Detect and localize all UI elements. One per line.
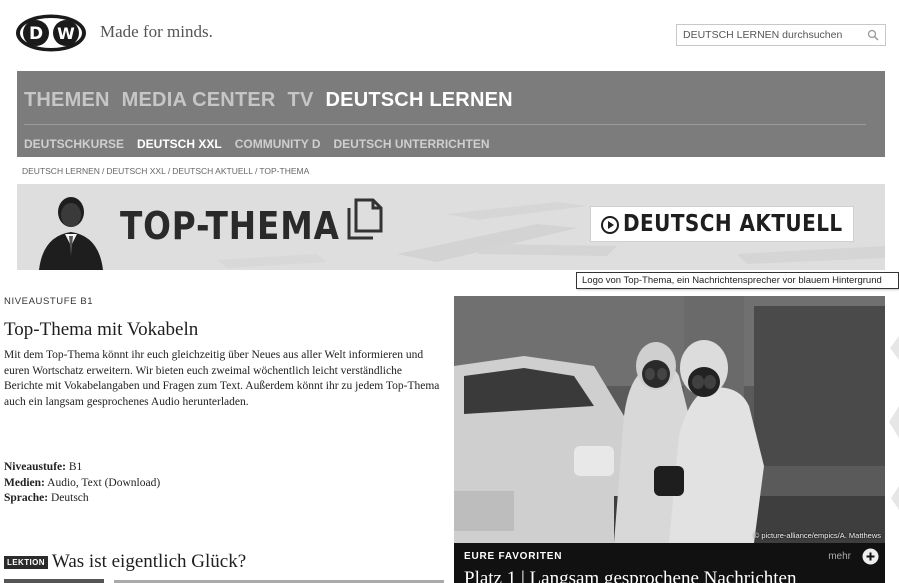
subnav-item-deutsch-unterrichten[interactable]: DEUTSCH UNTERRICHTEN xyxy=(333,137,489,151)
meta-row-media: Medien: Audio, Text (Download) xyxy=(4,476,160,492)
level-label: NIVEAUSTUFE B1 xyxy=(4,296,94,307)
dw-logo[interactable]: D W xyxy=(14,13,88,53)
main-navigation: THEMEN MEDIA CENTER TV DEUTSCH LERNEN DEUTS… xyxy=(17,71,885,157)
search-box[interactable] xyxy=(676,24,886,46)
breadcrumb-item[interactable]: DEUTSCH AKTUELL xyxy=(172,166,253,176)
nav-item-deutsch-lernen[interactable]: DEUTSCH LERNEN xyxy=(326,89,513,112)
favorites-label: EURE FAVORITEN xyxy=(464,551,563,562)
search-icon[interactable] xyxy=(867,29,879,41)
search-input[interactable] xyxy=(677,25,861,45)
meta-key: Sprache: xyxy=(4,492,49,504)
nav-item-tv[interactable]: TV xyxy=(288,89,314,112)
top-thema-banner: TOP-THEMA DEUTSCH AKTUELL xyxy=(17,184,885,270)
lesson-teaser[interactable]: LEKTION Was ist eigentlich Glück? xyxy=(4,551,246,573)
feature-photo[interactable]: © picture-alliance/empics/A. Matthews xyxy=(454,296,885,543)
meta-value: Deutsch xyxy=(50,492,89,504)
primary-nav: THEMEN MEDIA CENTER TV DEUTSCH LERNEN xyxy=(24,89,525,112)
favorites-box[interactable]: EURE FAVORITEN mehr Platz 1 | Langsam ge… xyxy=(454,543,885,583)
nav-item-themen[interactable]: THEMEN xyxy=(24,89,110,112)
lesson-title[interactable]: Was ist eigentlich Glück? xyxy=(52,551,246,573)
nav-item-media-center[interactable]: MEDIA CENTER xyxy=(122,89,276,112)
plus-icon[interactable] xyxy=(862,548,879,565)
meta-row-level: Niveaustufe: B1 xyxy=(4,460,160,476)
breadcrumb-item[interactable]: TOP-THEMA xyxy=(259,166,309,176)
banner-title: TOP-THEMA xyxy=(120,204,340,248)
meta-key: Niveaustufe: xyxy=(4,461,66,473)
hazmat-workers-image xyxy=(454,296,885,543)
lesson-teaser-preview xyxy=(4,579,444,583)
image-tooltip: Logo von Top-Thema, ein Nachrichtensprec… xyxy=(576,272,899,289)
brand-bar: D W Made for minds. xyxy=(0,0,899,72)
brand-tagline: Made for minds. xyxy=(100,22,213,41)
intro-text: Mit dem Top-Thema könnt ihr euch gleichz… xyxy=(4,349,440,408)
nav-divider xyxy=(24,124,866,125)
photo-credit: © picture-alliance/empics/A. Matthews xyxy=(753,531,881,540)
secondary-nav: DEUTSCHKURSE DEUTSCH XXL COMMUNITY D DEUTSC… xyxy=(24,135,502,153)
svg-text:W: W xyxy=(57,24,75,43)
deutsch-aktuell-badge[interactable]: DEUTSCH AKTUELL xyxy=(590,206,854,242)
meta-value: Audio, Text (Download) xyxy=(47,476,161,489)
svg-text:D: D xyxy=(29,24,43,44)
document-icon xyxy=(347,198,383,240)
meta-key: Medien: xyxy=(4,476,45,489)
course-meta: Niveaustufe: B1 Medien: Audio, Text (Dow… xyxy=(4,460,160,507)
subnav-item-community-d[interactable]: COMMUNITY D xyxy=(235,137,321,151)
more-link[interactable]: mehr xyxy=(828,551,851,562)
play-icon xyxy=(601,216,619,234)
news-presenter-icon xyxy=(39,197,103,270)
subnav-item-deutschkurse[interactable]: DEUTSCHKURSE xyxy=(24,137,124,151)
meta-value: B1 xyxy=(68,461,83,473)
lesson-badge: LEKTION xyxy=(4,555,48,569)
favorites-title[interactable]: Platz 1 | Langsam gesprochene Nachrichte… xyxy=(464,568,796,583)
meta-row-language: Sprache: Deutsch xyxy=(4,491,160,507)
breadcrumb-item[interactable]: DEUTSCH LERNEN xyxy=(22,166,100,176)
breadcrumb: DEUTSCH LERNEN / DEUTSCH XXL / DEUTSCH AKTUE… xyxy=(22,166,310,176)
page-title: Top-Thema mit Vokabeln xyxy=(4,319,199,340)
side-decoration xyxy=(886,296,899,583)
deutsch-aktuell-label: DEUTSCH AKTUELL xyxy=(623,211,843,237)
breadcrumb-item[interactable]: DEUTSCH XXL xyxy=(106,166,166,176)
subnav-item-deutsch-xxl[interactable]: DEUTSCH XXL xyxy=(137,137,222,151)
